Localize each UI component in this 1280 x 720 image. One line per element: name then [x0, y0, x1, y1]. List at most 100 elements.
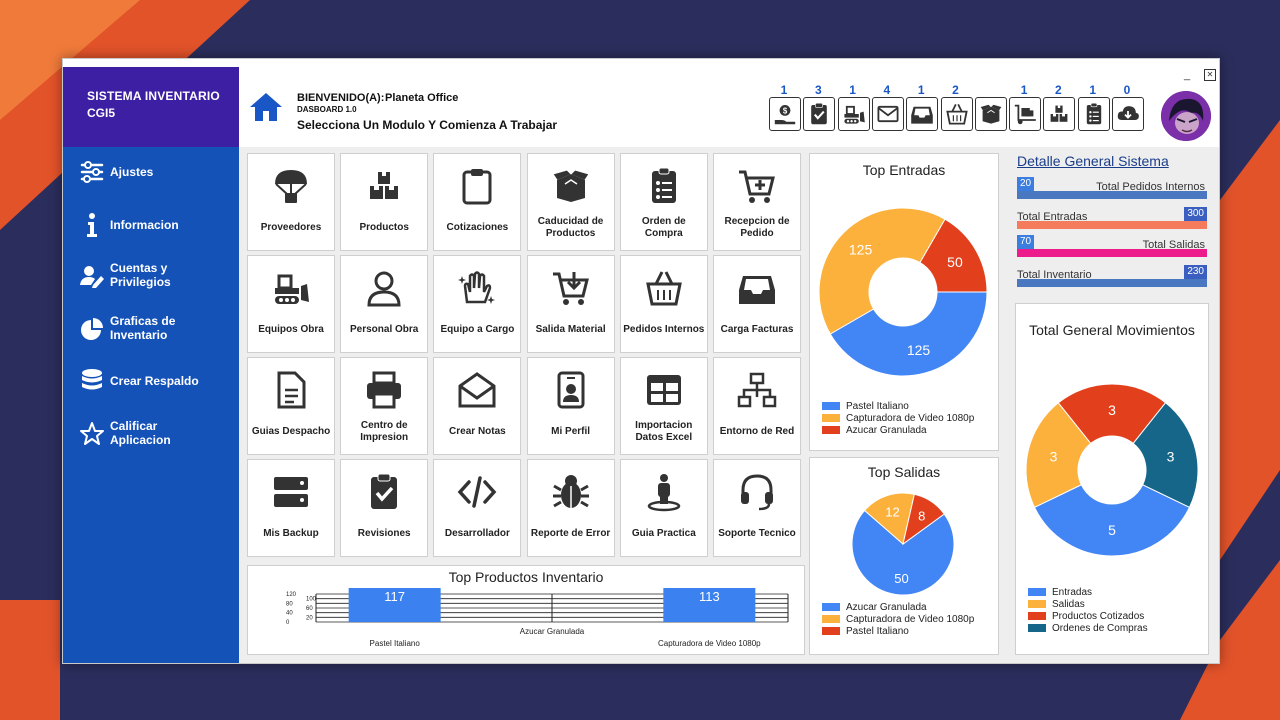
- detalle-title[interactable]: Detalle General Sistema: [1017, 153, 1169, 169]
- module-tile-label: Mi Perfil: [551, 426, 591, 437]
- module-tile-label: Soporte Tecnico: [718, 528, 796, 539]
- sidebar-item-ajustes[interactable]: Ajustes: [63, 153, 239, 193]
- module-tile-reporte-de-error[interactable]: Reporte de Error: [526, 459, 615, 557]
- legend-label: Entradas: [1052, 587, 1093, 598]
- y-tick-label: 40: [286, 611, 293, 617]
- module-tile-revisiones[interactable]: Revisiones: [340, 459, 429, 557]
- module-tile-pedidos-internos[interactable]: Pedidos Internos: [619, 255, 708, 353]
- sidebar: Ajustes Informacion Cuentas y Privilegios G…: [63, 147, 239, 663]
- module-tile-mis-backup[interactable]: Mis Backup: [247, 459, 335, 557]
- top-productos-panel: Top Productos Inventario 120 80 40 0 100 60 20…: [247, 565, 805, 655]
- sidebar-item-calificar[interactable]: Calificar Aplicacion: [63, 415, 239, 455]
- legend-label: Capturadora de Video 1080p: [846, 413, 975, 424]
- top-entradas-chart: 125 125 50: [818, 207, 988, 377]
- module-tile-guias-despacho[interactable]: Guias Despacho: [247, 357, 335, 455]
- quick-count-badge: 1: [1089, 83, 1097, 97]
- module-tile-caducidad-de-productos[interactable]: Caducidad de Productos: [526, 153, 615, 251]
- module-tile-proveedores[interactable]: Proveedores: [247, 153, 335, 251]
- app-subtitle: CGI5: [87, 106, 116, 120]
- detalle-value: 20: [1017, 177, 1035, 191]
- clipboard-icon: [457, 166, 497, 206]
- quick-count-badge: 2: [952, 83, 959, 97]
- module-tile-salida-material[interactable]: Salida Material: [526, 255, 615, 353]
- legend-swatch: [1028, 624, 1046, 633]
- open-box-icon[interactable]: [974, 97, 1007, 131]
- envelope-icon[interactable]: [871, 97, 904, 131]
- pie-label: 12: [885, 505, 899, 520]
- module-tile-recepcion-de-pedido[interactable]: Recepcion de Pedido: [713, 153, 801, 251]
- module-tile-crear-notas[interactable]: Crear Notas: [433, 357, 522, 455]
- module-tile-label: Proveedores: [260, 222, 322, 233]
- module-tile-productos[interactable]: Productos: [340, 153, 429, 251]
- module-tile-carga-facturas[interactable]: Carga Facturas: [713, 255, 801, 353]
- y-tick-label: 120: [286, 592, 297, 598]
- bulldozer-icon: [271, 268, 311, 308]
- legend-swatch: [1028, 588, 1046, 597]
- clipboard-list-icon[interactable]: [1077, 97, 1110, 131]
- module-tile-guia-practica[interactable]: Guia Practica: [619, 459, 708, 557]
- cloud-download-icon[interactable]: [1112, 97, 1144, 131]
- close-button[interactable]: ✕: [1204, 69, 1216, 81]
- clipboard-check-icon[interactable]: [803, 97, 836, 131]
- home-icon[interactable]: [249, 91, 283, 123]
- module-tile-entorno-de-red[interactable]: Entorno de Red: [713, 357, 801, 455]
- info-icon: [79, 212, 105, 238]
- sidebar-item-cuentas[interactable]: Cuentas y Privilegios: [63, 257, 239, 297]
- module-tile-mi-perfil[interactable]: Mi Perfil: [526, 357, 615, 455]
- pie-label: 8: [918, 509, 925, 524]
- module-tile-cotizaciones[interactable]: Cotizaciones: [433, 153, 522, 251]
- basket-icon[interactable]: [940, 97, 973, 131]
- app-name: SISTEMA INVENTARIO: [87, 89, 220, 103]
- legend-label: Salidas: [1052, 599, 1085, 610]
- module-tile-label: Crear Notas: [449, 426, 506, 437]
- module-tile-label: Recepcion de Pedido: [724, 216, 790, 239]
- top-productos-chart: 120 80 40 0 100 60 20 117 Pastel Italiano Azucar …: [286, 588, 789, 648]
- bulldozer-icon[interactable]: [837, 97, 870, 131]
- module-tile-soporte-tecnico[interactable]: Soporte Tecnico: [713, 459, 801, 557]
- table-icon: [644, 370, 684, 410]
- module-tile-label: Reporte de Error: [530, 528, 611, 539]
- module-tile-label: Caducidad de Productos: [537, 216, 604, 239]
- module-tile-centro-de-impresion[interactable]: Centro de Impresion: [340, 357, 429, 455]
- money-hand-icon[interactable]: $: [769, 97, 801, 131]
- pie-label: 5: [1108, 522, 1116, 538]
- parachute-box-icon: [271, 166, 311, 206]
- legend-item: Productos Cotizados: [1028, 611, 1148, 623]
- detalle-value: 70: [1017, 235, 1035, 249]
- sidebar-item-informacion[interactable]: Informacion: [63, 206, 239, 246]
- legend-item: Entradas: [1028, 587, 1148, 599]
- user-edit-icon: [79, 263, 105, 289]
- pie-label: 125: [907, 342, 931, 358]
- module-tile-label: Mis Backup: [263, 528, 319, 539]
- module-tile-desarrollador[interactable]: Desarrollador: [433, 459, 522, 557]
- legend-label: Azucar Granulada: [846, 425, 927, 436]
- dolly-icon[interactable]: [1009, 97, 1042, 131]
- module-tile-equipo-a-cargo[interactable]: Equipo a Cargo: [433, 255, 522, 353]
- module-tile-orden-de-compra[interactable]: Orden de Compra: [619, 153, 708, 251]
- movimientos-chart: 5 3 3 3: [1025, 383, 1199, 557]
- inbox-icon[interactable]: [906, 97, 939, 131]
- sidebar-item-graficas[interactable]: Graficas de Inventario: [63, 310, 239, 350]
- module-tile-personal-obra[interactable]: Personal Obra: [340, 255, 429, 353]
- street-view-icon: [644, 472, 684, 512]
- legend-swatch: [822, 627, 840, 636]
- legend-item: Pastel Italiano: [822, 626, 974, 638]
- app-window: SISTEMA INVENTARIO CGI5 _ ✕ BIENVENIDO(A…: [62, 58, 1220, 664]
- detalle-label: Total Pedidos Internos: [1096, 181, 1205, 193]
- x-tick-label: Pastel Italiano: [370, 639, 421, 648]
- sidebar-item-crear[interactable]: Crear Respaldo: [63, 362, 239, 402]
- movimientos-legend: Entradas Salidas Productos Cotizados Ordene…: [1028, 587, 1148, 635]
- module-tile-label: Centro de Impresion: [360, 420, 409, 443]
- legend-label: Pastel Italiano: [846, 401, 909, 412]
- legend-label: Pastel Italiano: [846, 626, 909, 637]
- module-tile-equipos-obra[interactable]: Equipos Obra: [247, 255, 335, 353]
- avatar[interactable]: [1161, 91, 1211, 141]
- y-tick-label: 0: [286, 620, 290, 626]
- hand-sparkles-icon: [457, 268, 497, 308]
- legend-swatch: [822, 414, 840, 423]
- module-tile-importacion-datos-excel[interactable]: Importacion Datos Excel: [619, 357, 708, 455]
- boxes-icon[interactable]: [1043, 97, 1076, 131]
- version-label: DASBOARD 1.0: [297, 105, 357, 114]
- minimize-button[interactable]: _: [1184, 69, 1190, 81]
- boxes-icon: [364, 166, 404, 206]
